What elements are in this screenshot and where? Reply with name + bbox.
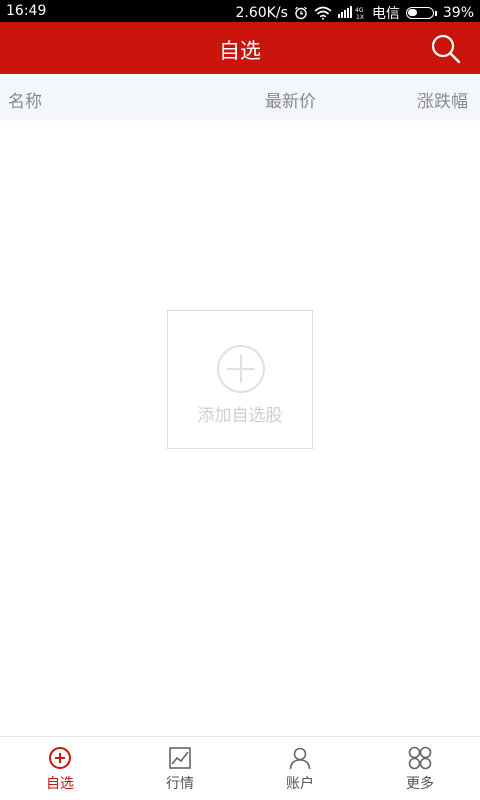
add-stock-label: 添加自选股 — [197, 406, 283, 426]
svg-text:4G: 4G — [355, 7, 364, 14]
column-change-percent[interactable]: 涨跌幅 — [417, 87, 468, 112]
chart-icon — [169, 747, 191, 769]
nav-label: 行情 — [166, 776, 194, 792]
status-bar: 16:49 2.60K/s 4G 1X 电信 39% — [0, 0, 480, 22]
svg-text:1X: 1X — [356, 14, 364, 20]
nav-tab-more[interactable]: 更多 — [360, 737, 480, 800]
wifi-icon — [314, 6, 332, 20]
network-speed: 2.60K/s — [235, 5, 288, 21]
nav-label: 自选 — [46, 776, 74, 792]
nav-label: 账户 — [286, 776, 314, 792]
nav-label: 更多 — [406, 776, 434, 792]
signal-icon: 4G 1X — [337, 6, 366, 20]
nav-tab-market[interactable]: 行情 — [120, 737, 240, 800]
grid-icon — [408, 746, 432, 770]
battery-percent: 39% — [442, 5, 474, 21]
search-icon — [431, 34, 461, 64]
add-watchlist-stock-button[interactable]: 添加自选股 — [167, 310, 313, 449]
status-right: 2.60K/s 4G 1X 电信 39% — [236, 3, 475, 23]
status-time: 16:49 — [6, 3, 47, 19]
nav-tab-watchlist[interactable]: 自选 — [0, 737, 120, 800]
search-button[interactable] — [430, 33, 462, 65]
plus-circle-icon — [217, 345, 265, 393]
bottom-nav: 自选 行情 账户 更多 — [0, 736, 480, 800]
battery-icon — [405, 7, 437, 19]
watchlist-column-header: 名称 最新价 涨跌幅 — [0, 74, 480, 120]
carrier-label: 电信 — [371, 6, 400, 22]
page-title: 自选 — [219, 39, 261, 63]
column-latest-price[interactable]: 最新价 — [265, 87, 316, 112]
nav-tab-account[interactable]: 账户 — [240, 737, 360, 800]
person-icon — [289, 747, 311, 770]
alarm-icon — [294, 6, 308, 20]
plus-circle-icon — [49, 747, 71, 769]
app-header: 自选 — [0, 22, 480, 74]
column-name[interactable]: 名称 — [8, 87, 42, 112]
